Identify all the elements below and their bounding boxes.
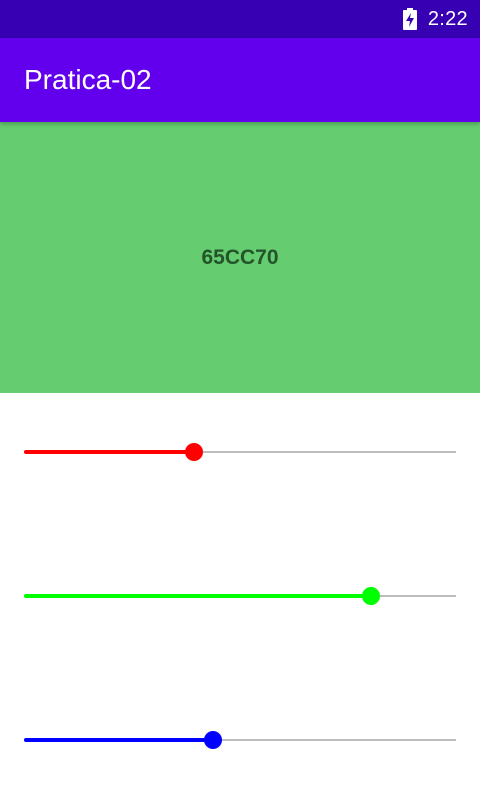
green-slider-active-track bbox=[24, 594, 371, 598]
blue-slider-active-track bbox=[24, 738, 214, 742]
status-icons: 2:22 bbox=[402, 0, 468, 38]
blue-slider-thumb[interactable] bbox=[204, 731, 223, 749]
green-slider-thumb[interactable] bbox=[361, 587, 380, 605]
blue-slider[interactable] bbox=[24, 720, 456, 760]
hex-color-label: 65CC70 bbox=[201, 245, 279, 269]
red-slider[interactable] bbox=[24, 432, 456, 472]
green-slider[interactable] bbox=[24, 576, 456, 616]
app-title: Pratica-02 bbox=[24, 64, 152, 95]
status-time: 2:22 bbox=[427, 7, 468, 30]
red-slider-active-track bbox=[24, 450, 195, 454]
status-bar: 2:22 bbox=[0, 0, 480, 38]
app-bar: Pratica-02 bbox=[0, 38, 480, 122]
color-preview: 65CC70 bbox=[0, 122, 480, 393]
battery-charging-icon bbox=[402, 8, 417, 30]
red-slider-thumb[interactable] bbox=[185, 443, 204, 461]
